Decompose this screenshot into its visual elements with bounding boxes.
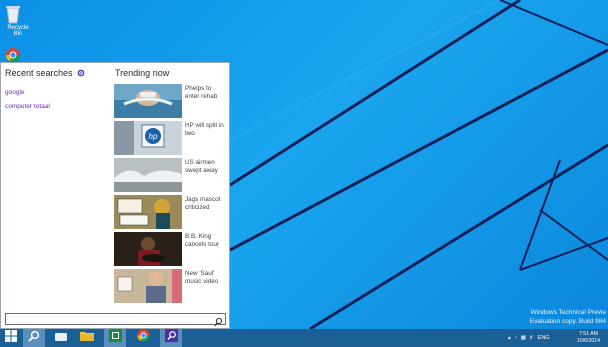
svg-text:hp: hp [149, 132, 158, 141]
trending-now-title: Trending now [115, 68, 170, 78]
gear-icon[interactable] [77, 69, 85, 77]
search-icon [28, 329, 40, 347]
watermark-line-2: Evaluation copy. Build 984 [529, 318, 606, 325]
search-icon[interactable] [214, 314, 223, 327]
trending-item-jags[interactable]: Jags mascot criticized [114, 195, 226, 229]
recent-searches-title: Recent searches [5, 68, 73, 78]
trending-item-hp[interactable]: hp HP will split in two [114, 121, 226, 155]
news-thumbnail [114, 158, 182, 192]
volume-icon[interactable]: ♯ [530, 335, 533, 341]
task-view-icon [55, 329, 67, 347]
search-button[interactable] [23, 329, 45, 347]
trending-item-label: B.B. King cancels tour [185, 233, 219, 248]
trending-item-label: New 'Saul' music video [185, 270, 219, 285]
system-tray-icons[interactable]: ▴ ▫ ▩ ♯ ENG [508, 329, 550, 347]
clock[interactable]: 7:51 AM 10/6/2014 [577, 331, 600, 345]
news-thumbnail [114, 84, 182, 118]
folder-icon [80, 329, 94, 347]
search-flyout: Recent searches google computer totaal T… [0, 62, 230, 331]
task-view-button[interactable] [50, 329, 72, 347]
trending-item-label: Jags mascot criticized [185, 196, 221, 211]
store-button[interactable] [104, 329, 126, 347]
trending-item-airmen[interactable]: US airmen swept away [114, 158, 226, 192]
desktop-icon-label: Recycle Bin [7, 25, 29, 37]
file-explorer-button[interactable] [76, 329, 98, 347]
watermark-line-1: Windows Technical Previe [530, 309, 606, 316]
start-button[interactable] [0, 329, 22, 347]
recent-searches-header: Recent searches [5, 68, 85, 78]
search-app-button[interactable] [160, 329, 182, 347]
trending-item-label: Phelps to enter rehab [185, 85, 218, 100]
recycle-bin-icon [6, 4, 27, 24]
news-thumbnail [114, 195, 182, 229]
recent-search-item[interactable]: computer totaal [5, 103, 50, 110]
desktop-icon-recycle-bin[interactable]: Recycle Bin [4, 4, 32, 37]
search-icon [164, 329, 178, 347]
chrome-icon [136, 329, 150, 347]
news-thumbnail [114, 232, 182, 266]
recent-search-item[interactable]: google [5, 89, 25, 96]
chevron-up-icon[interactable]: ▴ [508, 335, 511, 341]
clock-time: 7:51 AM [578, 331, 598, 337]
trending-item-saul[interactable]: New 'Saul' music video [114, 269, 226, 303]
search-box[interactable] [5, 313, 226, 331]
network-icon[interactable]: ▩ [521, 335, 526, 341]
language-indicator[interactable]: ENG [538, 335, 550, 341]
trending-item-bbking[interactable]: B.B. King cancels tour [114, 232, 226, 266]
trending-item-label: US airmen swept away [185, 159, 218, 174]
chrome-button[interactable] [132, 329, 154, 347]
trending-item-phelps[interactable]: Phelps to enter rehab [114, 84, 226, 118]
store-icon [108, 329, 122, 347]
trending-item-label: HP will split in two [185, 122, 224, 137]
action-center-icon[interactable]: ▫ [515, 335, 517, 341]
news-thumbnail [114, 269, 182, 303]
taskbar: ▴ ▫ ▩ ♯ ENG 7:51 AM 10/6/2014 [0, 329, 608, 347]
clock-date: 10/6/2014 [576, 338, 600, 344]
news-thumbnail: hp [114, 121, 182, 155]
windows-logo-icon [5, 329, 17, 347]
